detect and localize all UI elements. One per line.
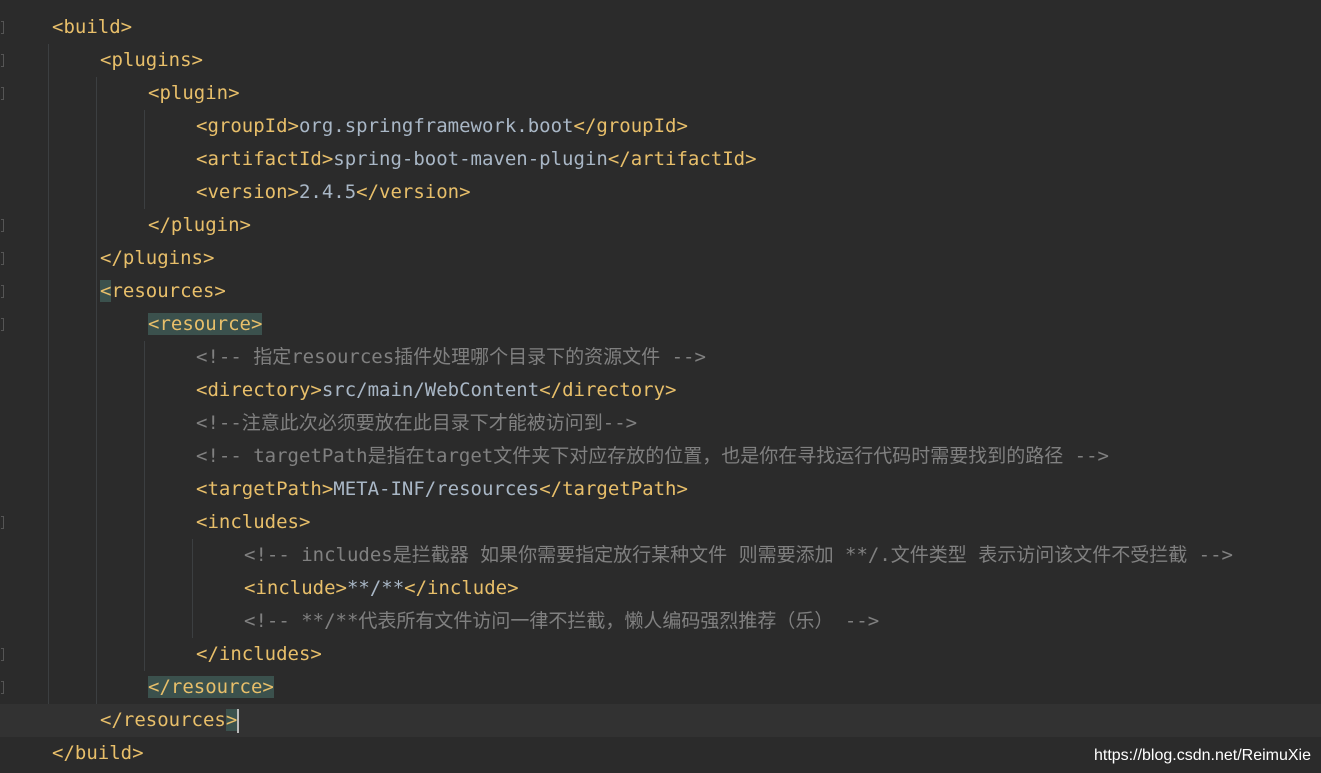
code-text: <!-- 指定resources插件处理哪个目录下的资源文件 -->: [196, 341, 706, 374]
code-line[interactable]: <!-- includes是拦截器 如果你需要指定放行某种文件 则需要添加 **…: [0, 539, 1321, 572]
xml-tag-token: </resource>: [148, 676, 274, 698]
code-text: <plugins>: [100, 44, 203, 77]
text-caret: [237, 708, 240, 733]
xml-tag-token: <groupId>: [196, 115, 299, 137]
code-line[interactable]: </resources>: [0, 704, 1321, 737]
xml-tag-token: <directory>: [196, 379, 322, 401]
xml-text-token: org.springframework.boot: [298, 115, 574, 137]
xml-comment-token: <!-- 指定resources插件处理哪个目录下的资源文件 -->: [196, 346, 706, 368]
code-text: <resources>: [100, 275, 226, 308]
xml-text-token: 2.4.5: [298, 181, 357, 203]
xml-comment-token: <!--注意此次必须要放在此目录下才能被访问到-->: [196, 412, 638, 434]
code-text: <plugin>: [148, 77, 240, 110]
xml-tag-token: </include>: [404, 577, 519, 599]
code-line[interactable]: <version>2.4.5</version>: [0, 176, 1321, 209]
xml-tag-token: <resource>: [148, 313, 263, 335]
xml-text-token: src/main/WebContent: [321, 379, 540, 401]
code-editor[interactable]: <build> <plugins> <plugin> <groupId>org.spr…: [0, 0, 1321, 773]
xml-tag-token: resources>: [111, 280, 226, 302]
xml-tag-token: <artifactId>: [196, 148, 334, 170]
code-text: </includes>: [196, 638, 322, 671]
code-text: <version>2.4.5</version>: [196, 176, 471, 209]
code-line[interactable]: </plugin>: [0, 209, 1321, 242]
xml-tag-token: <build>: [52, 16, 133, 38]
code-text: <!-- includes是拦截器 如果你需要指定放行某种文件 则需要添加 **…: [244, 539, 1233, 572]
code-text: <!-- **/**代表所有文件访问一律不拦截，懒人编码强烈推荐（乐） -->: [244, 605, 879, 638]
code-line[interactable]: <targetPath>META-INF/resources</targetPa…: [0, 473, 1321, 506]
code-text: <build>: [52, 11, 132, 44]
code-text: <include>**/**</include>: [244, 572, 519, 605]
code-line[interactable]: <groupId>org.springframework.boot</group…: [0, 110, 1321, 143]
code-line[interactable]: <plugin>: [0, 77, 1321, 110]
code-line[interactable]: <!-- **/**代表所有文件访问一律不拦截，懒人编码强烈推荐（乐） -->: [0, 605, 1321, 638]
xml-tag-token: </resources: [100, 709, 226, 731]
code-line[interactable]: <resources>: [0, 275, 1321, 308]
code-line[interactable]: <!--注意此次必须要放在此目录下才能被访问到-->: [0, 407, 1321, 440]
code-text: <resource>: [148, 308, 263, 341]
code-line[interactable]: <!-- 指定resources插件处理哪个目录下的资源文件 -->: [0, 341, 1321, 374]
watermark: https://blog.csdn.net/ReimuXie: [1093, 747, 1311, 764]
xml-tag-token: </artifactId>: [607, 148, 757, 170]
code-line[interactable]: </plugins>: [0, 242, 1321, 275]
code-line[interactable]: <includes>: [0, 506, 1321, 539]
xml-tag-token: <plugin>: [148, 82, 240, 104]
code-text: <groupId>org.springframework.boot</group…: [196, 110, 688, 143]
code-line[interactable]: </resource>: [0, 671, 1321, 704]
code-text: </plugin>: [148, 209, 251, 242]
code-line[interactable]: <!-- targetPath是指在target文件夹下对应存放的位置，也是你在…: [0, 440, 1321, 473]
code-text: </resources>: [100, 704, 240, 737]
code-line[interactable]: <directory>src/main/WebContent</director…: [0, 374, 1321, 407]
code-line[interactable]: <include>**/**</include>: [0, 572, 1321, 605]
xml-tag-token: >: [225, 709, 238, 731]
code-text: <!-- targetPath是指在target文件夹下对应存放的位置，也是你在…: [196, 440, 1109, 473]
code-line[interactable]: <build>: [0, 11, 1321, 44]
xml-comment-token: <!-- **/**代表所有文件访问一律不拦截，懒人编码强烈推荐（乐） -->: [244, 610, 880, 632]
code-text: <!--注意此次必须要放在此目录下才能被访问到-->: [196, 407, 637, 440]
code-text: <includes>: [196, 506, 310, 539]
xml-tag-token: <plugins>: [100, 49, 203, 71]
code-line[interactable]: <plugins>: [0, 44, 1321, 77]
xml-tag-token: </plugins>: [100, 247, 215, 269]
xml-tag-token: </build>: [52, 742, 144, 764]
xml-text-token: META-INF/resources: [333, 478, 540, 500]
xml-text-token: **/**: [346, 577, 405, 599]
code-text: <artifactId>spring-boot-maven-plugin</ar…: [196, 143, 757, 176]
xml-tag-token: </groupId>: [573, 115, 688, 137]
code-text: <targetPath>META-INF/resources</targetPa…: [196, 473, 688, 506]
code-text: </build>: [52, 737, 144, 770]
xml-tag-token: </includes>: [196, 643, 322, 665]
xml-tag-token: </plugin>: [148, 214, 251, 236]
code-line[interactable]: <resource>: [0, 308, 1321, 341]
code-text: </plugins>: [100, 242, 214, 275]
code-text: <directory>src/main/WebContent</director…: [196, 374, 676, 407]
xml-comment-token: <!-- includes是拦截器 如果你需要指定放行某种文件 则需要添加 **…: [244, 544, 1233, 566]
xml-tag-token: <targetPath>: [196, 478, 334, 500]
xml-tag-token: <: [100, 280, 112, 302]
xml-tag-token: </version>: [356, 181, 471, 203]
xml-tag-token: </directory>: [539, 379, 677, 401]
xml-text-token: spring-boot-maven-plugin: [333, 148, 608, 170]
xml-tag-token: <version>: [196, 181, 299, 203]
code-line[interactable]: </includes>: [0, 638, 1321, 671]
code-line[interactable]: <artifactId>spring-boot-maven-plugin</ar…: [0, 143, 1321, 176]
xml-comment-token: <!-- targetPath是指在target文件夹下对应存放的位置，也是你在…: [196, 445, 1109, 467]
xml-tag-token: <include>: [244, 577, 347, 599]
code-text: </resource>: [148, 671, 274, 704]
xml-tag-token: <includes>: [196, 511, 311, 533]
xml-tag-token: </targetPath>: [539, 478, 688, 500]
